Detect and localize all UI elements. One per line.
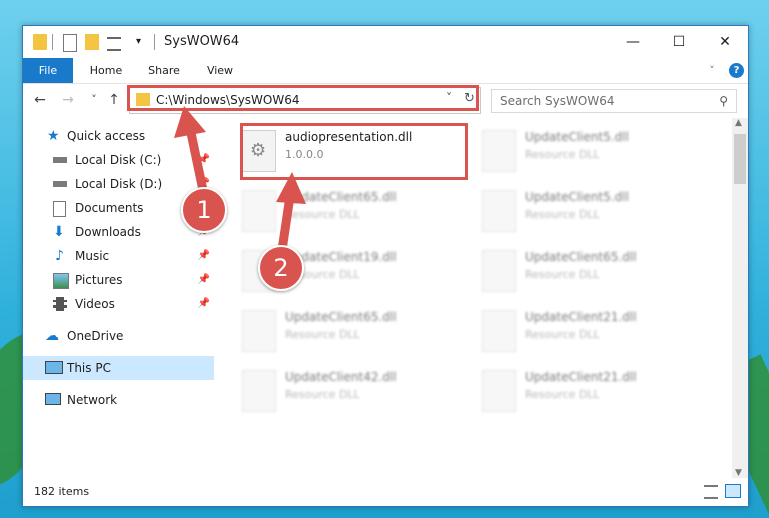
arrow-2-head (276, 172, 306, 204)
step-badge-2: 2 (258, 245, 304, 291)
annotation-arrows (174, 106, 306, 251)
arrow-1-head (174, 106, 206, 138)
step-badge-1: 1 (181, 187, 227, 233)
arrow-2 (277, 195, 295, 251)
